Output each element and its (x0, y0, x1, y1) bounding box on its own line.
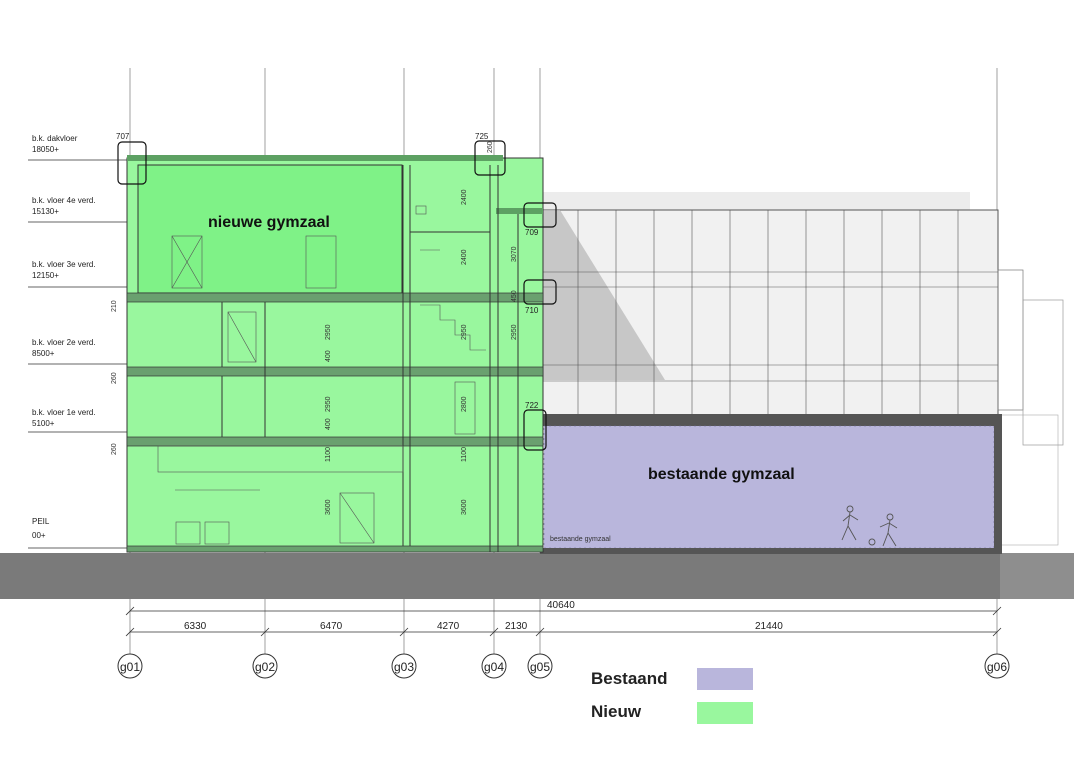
height-label: 260 (487, 141, 494, 153)
level-value: 15130+ (32, 207, 59, 216)
height-label: 3600 (325, 499, 332, 515)
detail-label: 709 (525, 228, 539, 237)
existing-gym (540, 414, 1002, 554)
grid-axis-label: g05 (530, 660, 550, 674)
height-label: 3070 (511, 246, 518, 262)
level-label: PEIL (32, 517, 50, 526)
legend-label-existing: Bestaand (591, 669, 668, 688)
grid-axis-label: g02 (255, 660, 275, 674)
existing-gym-label: bestaande gymzaal (648, 466, 795, 483)
level-label: b.k. vloer 2e verd. (32, 338, 96, 347)
level-label: b.k. dakvloer (32, 134, 78, 143)
height-label: 2400 (461, 249, 468, 265)
height-label: 2950 (325, 324, 332, 340)
grid-axis-label: g01 (120, 660, 140, 674)
height-label: 260 (111, 372, 118, 384)
level-label: b.k. vloer 3e verd. (32, 260, 96, 269)
section-drawing: b.k. dakvloer 18050+ b.k. vloer 4e verd.… (0, 68, 1074, 724)
grid-axis-label: g03 (394, 660, 414, 674)
detail-label: 707 (116, 132, 130, 141)
height-label: 400 (325, 350, 332, 362)
level-value: 18050+ (32, 145, 59, 154)
height-label: 450 (511, 290, 518, 302)
span-dimension: 2130 (505, 621, 528, 632)
level-value: 12150+ (32, 271, 59, 280)
level-label: b.k. vloer 4e verd. (32, 196, 96, 205)
grid-axis-label: g06 (987, 660, 1007, 674)
legend-swatch-existing (697, 668, 753, 690)
detail-label: 710 (525, 306, 539, 315)
ground (0, 553, 1074, 599)
dimension-lines (125, 606, 1002, 637)
new-gym-label: nieuwe gymzaal (208, 214, 330, 231)
span-dimension: 21440 (755, 621, 783, 632)
level-value: 8500+ (32, 349, 55, 358)
span-dimension: 6470 (320, 621, 343, 632)
height-label: 2950 (461, 324, 468, 340)
span-dimensions: 6330 6470 4270 2130 21440 (184, 621, 783, 632)
level-value: 00+ (32, 531, 46, 540)
height-label: 3600 (461, 499, 468, 515)
height-label: 2950 (325, 396, 332, 412)
level-label: b.k. vloer 1e verd. (32, 408, 96, 417)
legend-swatch-new (697, 702, 753, 724)
level-value: 5100+ (32, 419, 55, 428)
grid-axis-label: g04 (484, 660, 504, 674)
detail-label: 722 (525, 401, 539, 410)
height-label: 2950 (511, 324, 518, 340)
new-building (117, 140, 557, 553)
level-labels: b.k. dakvloer 18050+ b.k. vloer 4e verd.… (32, 134, 96, 540)
height-label: 260 (111, 443, 118, 455)
height-label: 2400 (461, 189, 468, 205)
existing-gym-small-label: bestaande gymzaal (550, 536, 611, 543)
span-dimension: 6330 (184, 621, 207, 632)
height-label: 1100 (461, 447, 468, 462)
legend-label-new: Nieuw (591, 702, 642, 721)
total-dimension: 40640 (547, 600, 575, 611)
height-label: 1100 (325, 447, 332, 462)
detail-label: 725 (475, 132, 489, 141)
existing-gym-fill (544, 426, 994, 548)
grid-bubbles (117, 653, 1010, 679)
height-label: 400 (325, 418, 332, 430)
ground-right-light (1000, 553, 1074, 599)
span-dimension: 4270 (437, 621, 460, 632)
height-label: 2800 (461, 396, 468, 412)
height-label: 210 (111, 300, 118, 312)
